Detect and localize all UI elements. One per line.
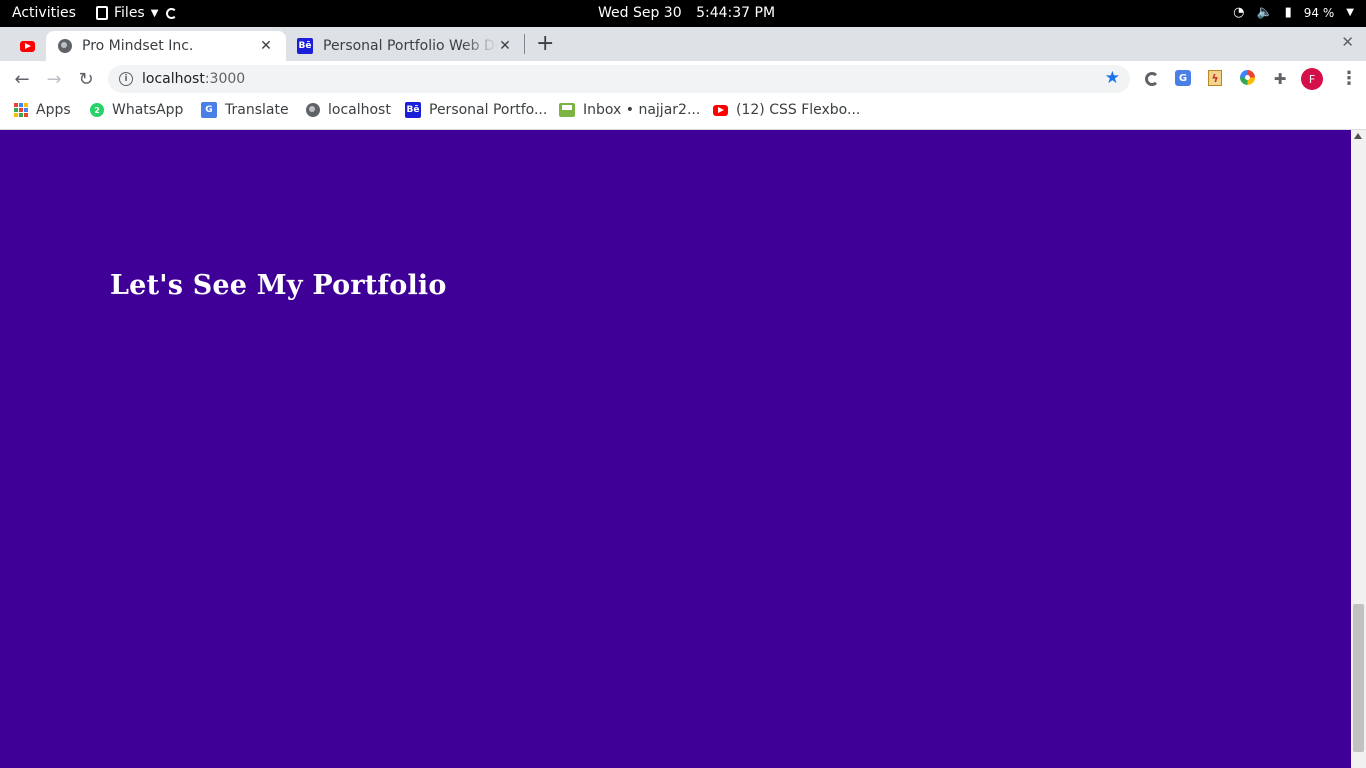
- profile-avatar[interactable]: F: [1301, 68, 1323, 90]
- tab-title: Pro Mindset Inc.: [82, 38, 194, 54]
- bookmark-label: localhost: [328, 102, 391, 118]
- scroll-up-arrow-icon[interactable]: [1354, 133, 1362, 139]
- bookmark-label: (12) CSS Flexbo...: [736, 102, 861, 118]
- url-port: :3000: [204, 71, 246, 87]
- battery-icon: ▮: [1284, 5, 1292, 20]
- close-tab-icon[interactable]: ✕: [497, 38, 513, 54]
- page-scrollbar[interactable]: [1351, 130, 1366, 768]
- bookmark-label: Translate: [225, 102, 289, 118]
- url-host: localhost: [142, 71, 205, 87]
- bookmark-personal-portfolio[interactable]: Bē Personal Portfo...: [405, 102, 547, 118]
- files-app-menu[interactable]: Files ▼: [96, 5, 178, 21]
- url-text[interactable]: localhost:3000: [142, 71, 245, 87]
- volume-icon: 🔈: [1256, 5, 1273, 20]
- inbox-icon: [559, 103, 575, 117]
- color-wheel-extension-icon[interactable]: [1240, 70, 1255, 85]
- extension-c-icon[interactable]: [1143, 70, 1161, 88]
- clock-date: Wed Sep 30: [598, 5, 682, 21]
- tab-strip: Pro Mindset Inc. ✕ Bē Personal Portfolio…: [0, 27, 1366, 61]
- system-menu-caret-icon: ▼: [1346, 7, 1354, 18]
- bookmark-localhost[interactable]: localhost: [306, 102, 391, 118]
- system-tray[interactable]: ◔ 🔈 ▮ 94 % ▼: [1233, 5, 1354, 20]
- google-translate-extension-icon[interactable]: G: [1175, 70, 1191, 86]
- activities-button[interactable]: Activities: [12, 5, 76, 21]
- reload-button[interactable]: ↻: [74, 67, 98, 91]
- files-menu-label: Files: [114, 5, 145, 21]
- forward-button[interactable]: →: [42, 67, 66, 91]
- bookmark-label: Personal Portfo...: [429, 102, 548, 118]
- bookmark-label: Apps: [36, 102, 71, 118]
- tab-pro-mindset[interactable]: Pro Mindset Inc. ✕: [46, 31, 286, 61]
- browser-toolbar: ← → ↻ i localhost:3000 ★ G ϟ ✚ F ⋮: [0, 61, 1366, 97]
- address-bar[interactable]: i localhost:3000 ★: [108, 65, 1130, 93]
- page-content: Let's See My Portfolio: [0, 130, 1351, 768]
- bookmark-star-icon[interactable]: ★: [1105, 68, 1120, 88]
- whatsapp-icon: 2: [90, 103, 104, 117]
- clock[interactable]: Wed Sep 30 5:44:37 PM: [598, 5, 775, 21]
- loading-spinner-icon: [166, 7, 178, 19]
- site-info-icon[interactable]: i: [119, 72, 133, 86]
- scrollbar-thumb[interactable]: [1353, 604, 1364, 752]
- globe-icon: [306, 103, 320, 117]
- tab-separator: [524, 34, 525, 54]
- clock-time: 5:44:37 PM: [696, 5, 776, 21]
- window-close-icon[interactable]: ✕: [1341, 33, 1354, 51]
- extensions-puzzle-icon[interactable]: ✚: [1271, 70, 1289, 88]
- bookmark-css-flexbox[interactable]: (12) CSS Flexbo...: [713, 102, 860, 118]
- behance-icon: Bē: [405, 102, 421, 118]
- youtube-icon: [19, 40, 35, 52]
- apps-grid-icon: [14, 103, 28, 117]
- system-top-bar: Activities Files ▼ Wed Sep 30 5:44:37 PM…: [0, 0, 1366, 27]
- wifi-icon: ◔: [1233, 5, 1245, 20]
- files-icon: [96, 6, 108, 20]
- bookmark-translate[interactable]: G Translate: [201, 102, 289, 118]
- new-tab-button[interactable]: +: [536, 31, 554, 56]
- portfolio-heading: Let's See My Portfolio: [110, 270, 447, 301]
- behance-icon: Bē: [297, 38, 313, 54]
- caret-down-icon: ▼: [150, 7, 159, 19]
- bookmark-whatsapp[interactable]: 2 WhatsApp: [90, 102, 183, 118]
- tab-pinned-youtube[interactable]: [8, 31, 46, 61]
- tab-personal-portfolio[interactable]: Bē Personal Portfolio Web De ✕: [287, 31, 523, 61]
- bookmarks-bar: Apps 2 WhatsApp G Translate localhost Bē…: [0, 97, 1366, 130]
- youtube-icon: [713, 104, 728, 116]
- translate-icon: G: [201, 102, 217, 118]
- tab-title: Personal Portfolio Web De: [323, 38, 497, 54]
- bookmark-inbox[interactable]: Inbox • najjar2...: [559, 102, 700, 118]
- globe-icon: [58, 39, 72, 53]
- bookmark-label: Inbox • najjar2...: [583, 102, 701, 118]
- bookmark-label: WhatsApp: [112, 102, 184, 118]
- browser-menu-icon[interactable]: ⋮: [1340, 68, 1358, 89]
- close-tab-icon[interactable]: ✕: [258, 38, 274, 54]
- battery-percent: 94 %: [1303, 5, 1335, 20]
- back-button[interactable]: ←: [10, 67, 34, 91]
- bookmark-apps[interactable]: Apps: [14, 102, 71, 118]
- bolt-extension-icon[interactable]: ϟ: [1208, 70, 1222, 86]
